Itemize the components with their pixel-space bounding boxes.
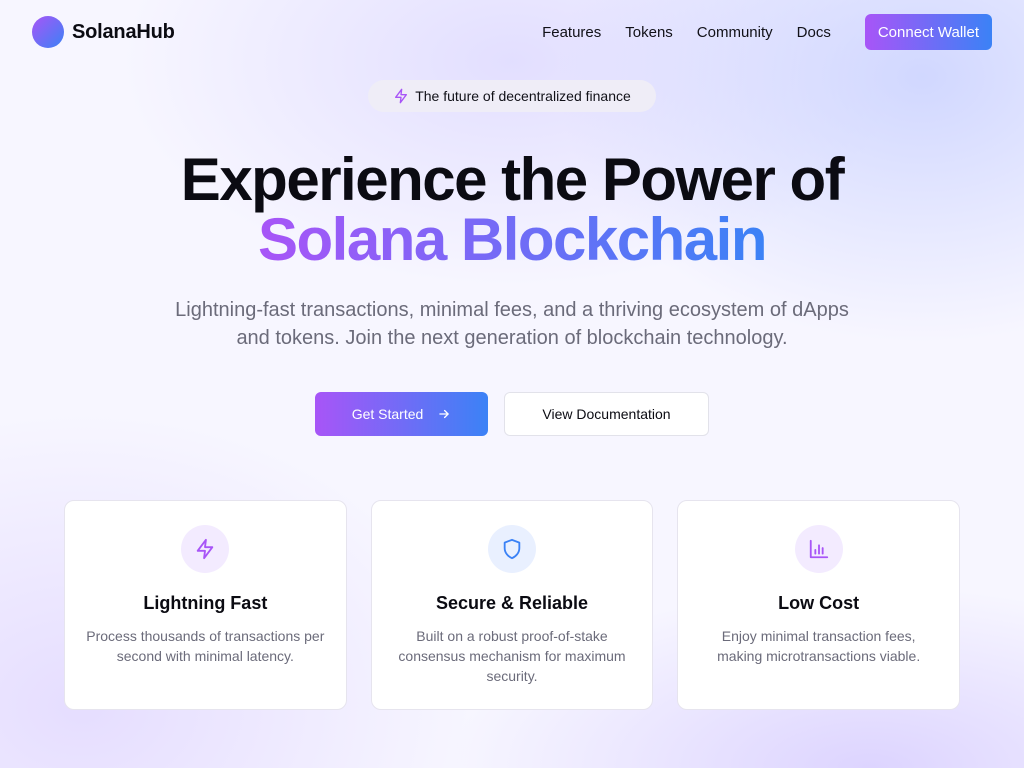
get-started-button[interactable]: Get Started (315, 392, 488, 436)
hero-subtitle: Lightning-fast transactions, minimal fee… (175, 299, 849, 349)
feature-title: Lightning Fast (143, 593, 268, 613)
main-nav: Features Tokens Community Docs Connect W… (542, 14, 992, 50)
hero-title-line1: Experience the Power of (180, 146, 845, 213)
nav-link-docs[interactable]: Docs (797, 24, 831, 41)
hero-title-line2: Solana Blockchain (258, 206, 768, 273)
feature-card-lightning-fast: Lightning Fast Process thousands of tran… (64, 500, 347, 710)
connect-wallet-button[interactable]: Connect Wallet (864, 14, 992, 50)
feature-title: Low Cost (778, 593, 860, 613)
hero-title: Experience the Power of Solana Blockchai… (0, 150, 1024, 270)
features-section: Lightning Fast Process thousands of tran… (64, 500, 961, 710)
brand[interactable]: SolanaHub (32, 16, 175, 48)
bar-chart-icon (794, 525, 843, 573)
nav-link-tokens[interactable]: Tokens (625, 24, 673, 41)
feature-description: Built on a robust proof-of-stake consens… (398, 628, 626, 684)
shield-icon (488, 525, 536, 573)
feature-description: Process thousands of transactions per se… (86, 628, 325, 664)
feature-card-secure-reliable: Secure & Reliable Built on a robust proo… (370, 500, 654, 710)
brand-name: SolanaHub (72, 20, 175, 43)
hero-cta-row: Get Started View Documentation (0, 392, 1024, 436)
hero-badge-text: The future of decentralized finance (415, 88, 631, 104)
nav-link-community[interactable]: Community (697, 24, 773, 41)
feature-title: Secure & Reliable (435, 593, 589, 613)
nav-link-features[interactable]: Features (542, 24, 601, 41)
arrow-right-icon (437, 407, 451, 421)
feature-description: Enjoy minimal transaction fees, making m… (717, 628, 921, 664)
lightning-icon (181, 525, 230, 573)
hero-badge: The future of decentralized finance (368, 80, 656, 112)
view-documentation-button[interactable]: View Documentation (504, 392, 709, 436)
lightning-icon (393, 88, 409, 104)
get-started-label: Get Started (351, 406, 424, 422)
brand-logo (32, 16, 64, 48)
feature-card-low-cost: Low Cost Enjoy minimal transaction fees,… (677, 500, 961, 710)
site-header: SolanaHub Features Tokens Community Docs… (0, 0, 1024, 64)
